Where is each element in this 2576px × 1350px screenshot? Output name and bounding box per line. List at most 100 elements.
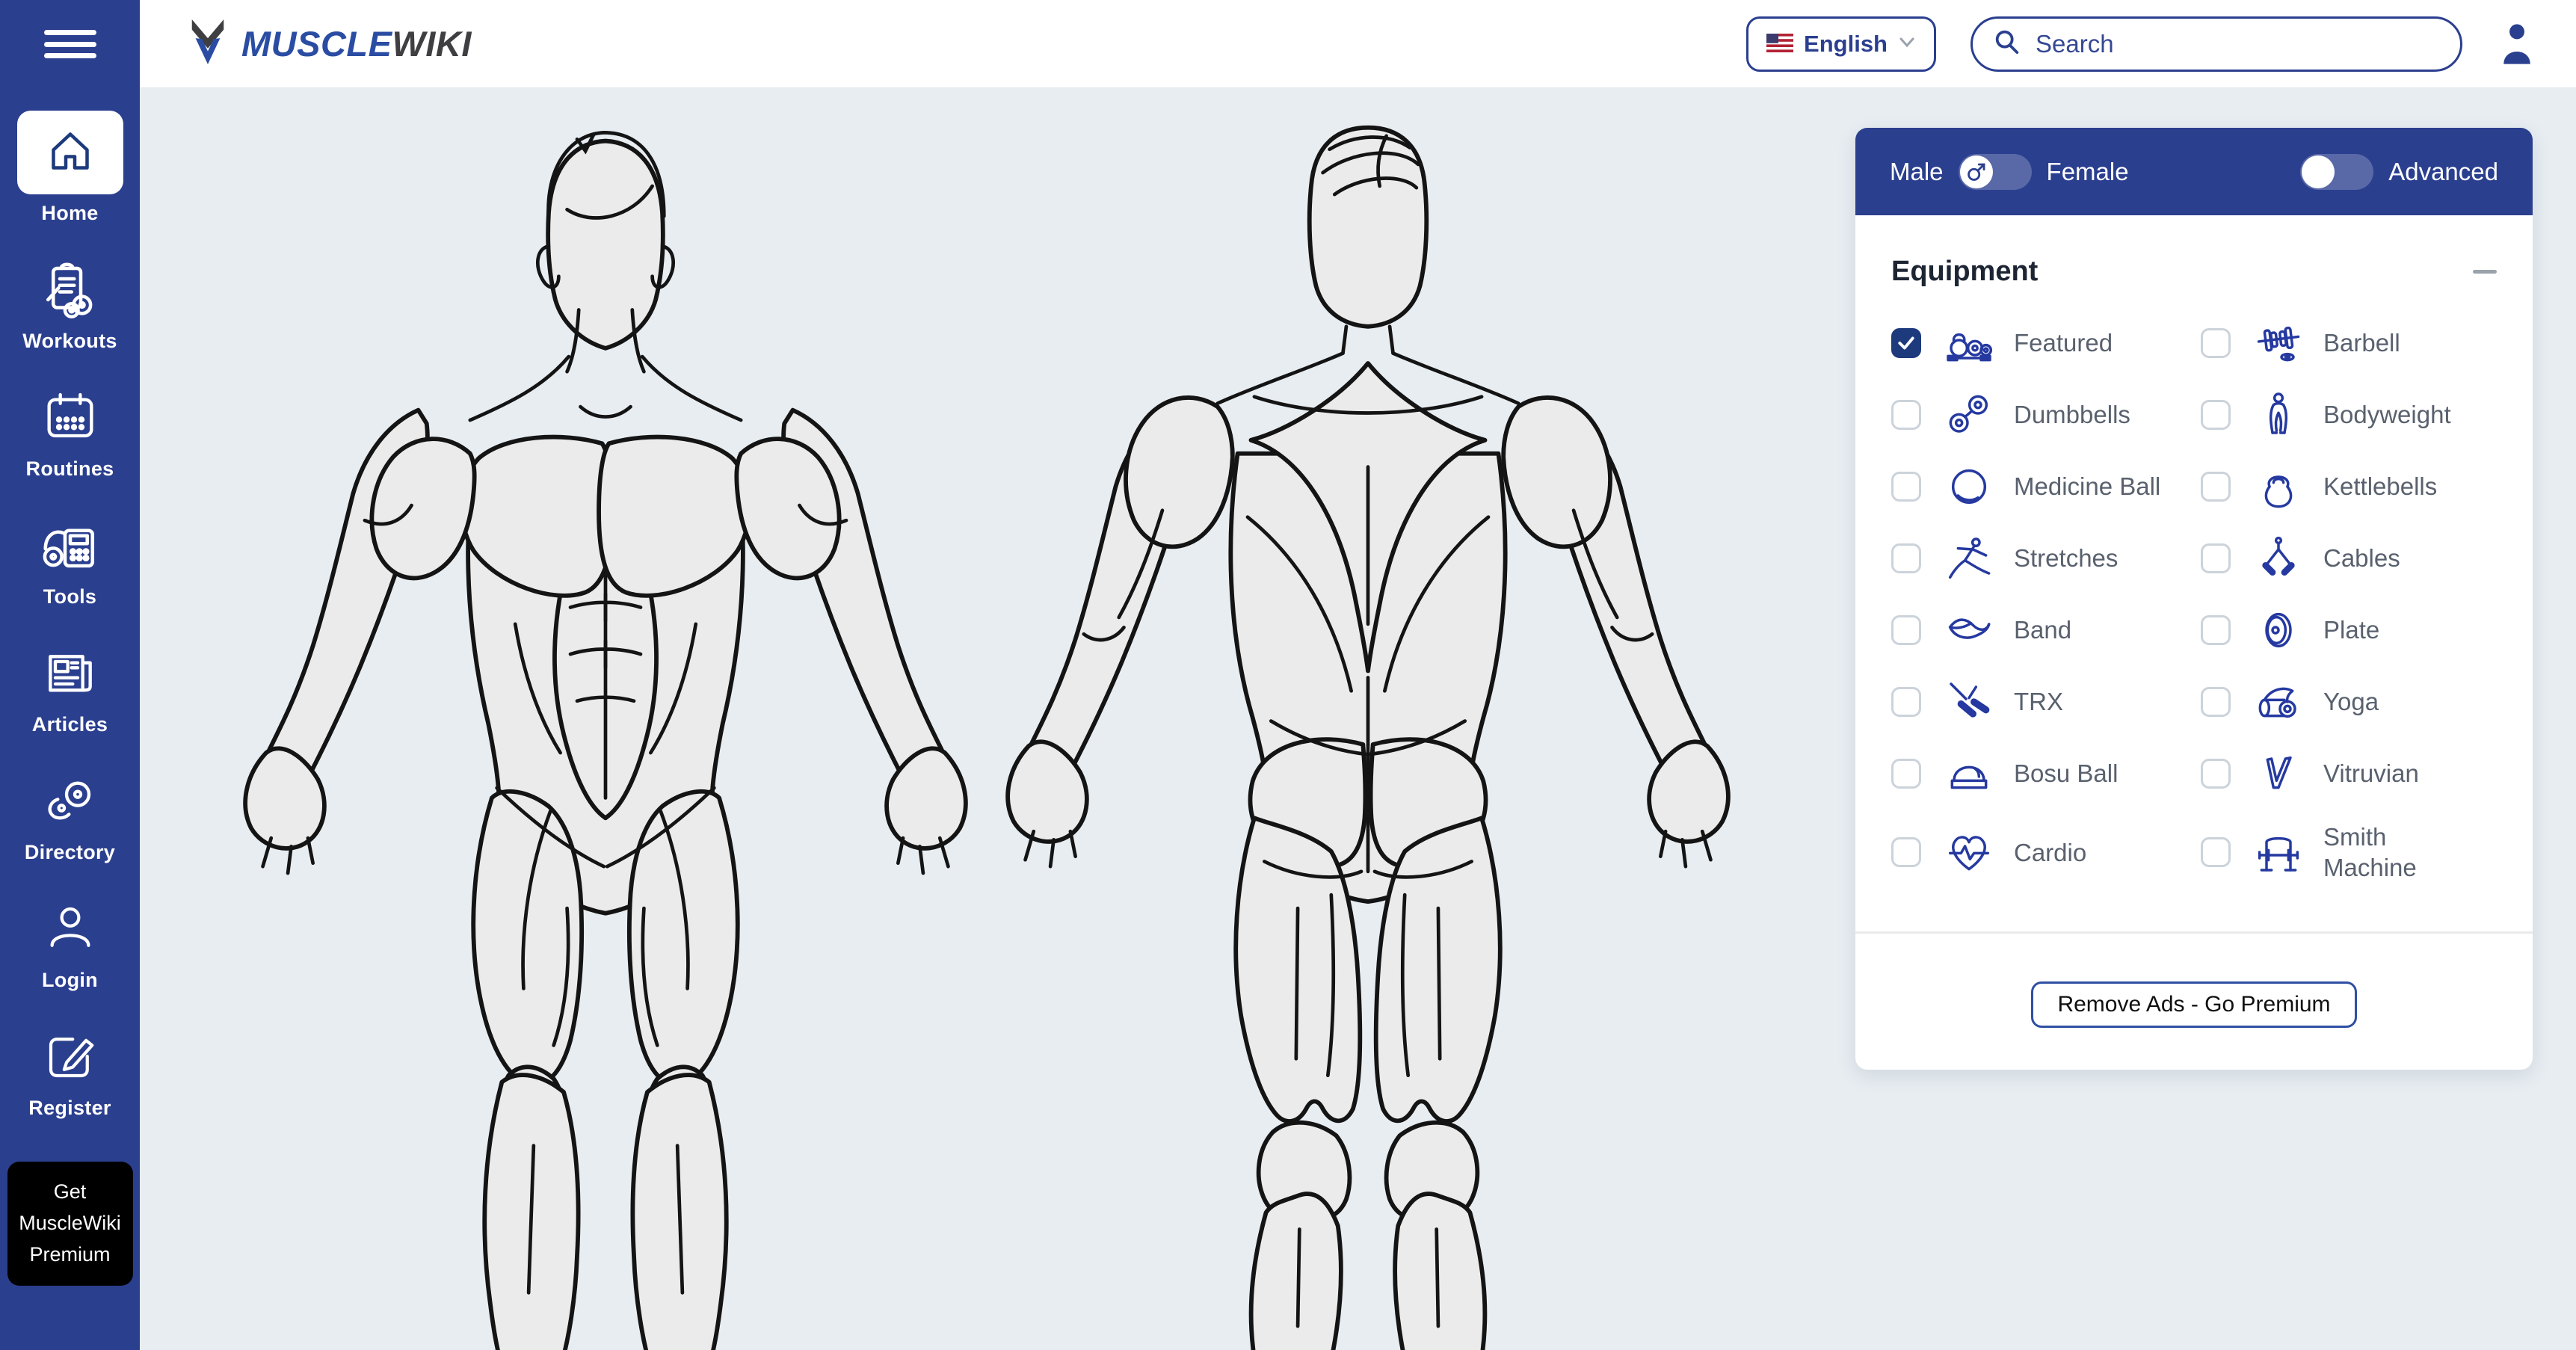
checkbox-featured[interactable] [1891,328,1921,358]
advanced-label: Advanced [2388,158,2498,186]
back-right-delt [1503,398,1610,546]
collapse-minus-icon[interactable] [2473,262,2498,282]
gender-toggle-knob [1960,155,1993,188]
sidebar-item-label: Workouts [22,330,117,353]
checkbox-smith-machine[interactable] [2201,837,2231,867]
equipment-item-bosu-ball[interactable]: Bosu Ball [1891,750,2201,798]
sidebar-item-label: Tools [43,585,97,608]
equipment-item-vitruvian[interactable]: Vitruvian [2201,750,2510,798]
gender-toggle[interactable] [1959,154,2032,190]
checkbox-cables[interactable] [2201,543,2231,573]
search-input[interactable] [2036,30,2441,58]
checkbox-plate[interactable] [2201,615,2231,645]
checkbox-bosu-ball[interactable] [1891,759,1921,789]
workouts-clipboard-icon [37,256,103,322]
language-selector[interactable]: English [1746,16,1936,72]
sidebar-item-label: Register [28,1097,111,1120]
back-left-calf [1251,1194,1341,1350]
checkbox-vitruvian[interactable] [2201,759,2231,789]
muscle-figure-back[interactable] [1000,118,1736,1350]
barbell-icon [2241,319,2316,367]
musclewiki-app: Home Workouts [0,0,2576,1350]
sidebar-item-label: Home [41,202,98,225]
equipment-title: Equipment [1891,256,2038,288]
musclewiki-logo[interactable]: MUSCLEWIKI [186,18,472,70]
smith-machine-icon [2241,828,2316,876]
sidebar-nav: Home Workouts [0,111,140,1120]
equipment-item-dumbbells[interactable]: Dumbbells [1891,391,2201,439]
filter-panel-header: Male Female Advanced [1855,128,2533,215]
bodyweight-icon [2241,391,2316,439]
equipment-label: Stretches [2014,543,2118,573]
checkbox-kettlebells[interactable] [2201,472,2231,502]
equipment-label: Bosu Ball [2014,758,2118,789]
language-label: English [1804,31,1888,58]
checkbox-cardio[interactable] [1891,837,1921,867]
sidebar-item-workouts[interactable]: Workouts [0,256,140,353]
hamburger-menu-icon[interactable] [44,25,96,63]
checkbox-band[interactable] [1891,615,1921,645]
checkbox-yoga[interactable] [2201,687,2231,717]
stretches-icon [1932,534,2006,582]
featured-icon [1932,319,2006,367]
equipment-section-header: Equipment [1855,215,2533,288]
equipment-item-band[interactable]: Band [1891,606,2201,654]
equipment-label: Yoga [2323,686,2379,717]
band-icon [1932,606,2006,654]
front-left-thigh [473,792,582,1085]
sidebar-item-home[interactable]: Home [0,111,140,225]
equipment-item-trx[interactable]: TRX [1891,678,2201,726]
checkbox-barbell[interactable] [2201,328,2231,358]
checkbox-stretches[interactable] [1891,543,1921,573]
sidebar-item-directory[interactable]: Directory [0,768,140,864]
female-label: Female [2047,158,2129,186]
muscle-figure-front[interactable] [238,118,973,1350]
remove-ads-button[interactable]: Remove Ads - Go Premium [2031,981,2356,1028]
checkbox-dumbbells[interactable] [1891,400,1921,430]
dumbbells-icon [1932,391,2006,439]
plate-icon [2241,606,2316,654]
advanced-toggle-group: Advanced [2300,154,2498,190]
equipment-item-bodyweight[interactable]: Bodyweight [2201,391,2510,439]
sidebar-item-articles[interactable]: Articles [0,640,140,736]
get-premium-link[interactable]: Get MuscleWiki Premium [7,1162,133,1286]
advanced-toggle[interactable] [2300,154,2373,190]
equipment-label: Cardio [2014,837,2086,868]
sidebar-item-tools[interactable]: Tools [0,512,140,608]
sidebar-item-register[interactable]: Register [0,1023,140,1120]
advanced-toggle-knob [2302,155,2335,188]
equipment-item-kettlebells[interactable]: Kettlebells [2201,463,2510,511]
equipment-item-cables[interactable]: Cables [2201,534,2510,582]
equipment-item-medicine-ball[interactable]: Medicine Ball [1891,463,2201,511]
home-icon [43,124,97,182]
equipment-item-cardio[interactable]: Cardio [1891,822,2201,884]
gender-toggle-group: Male Female [1890,154,2129,190]
equipment-item-barbell[interactable]: Barbell [2201,319,2510,367]
medicine-ball-icon [1932,463,2006,511]
us-flag-icon [1766,34,1793,55]
logo-wordmark: MUSCLEWIKI [241,23,472,64]
vitruvian-icon [2241,750,2316,798]
chevron-down-icon [1898,37,1916,51]
checkbox-bodyweight[interactable] [2201,400,2231,430]
home-active-tile [17,111,123,194]
checkbox-medicine-ball[interactable] [1891,472,1921,502]
sidebar-item-routines[interactable]: Routines [0,384,140,481]
equipment-item-featured[interactable]: Featured [1891,319,2201,367]
checkbox-trx[interactable] [1891,687,1921,717]
sidebar-item-login[interactable]: Login [0,896,140,992]
equipment-item-plate[interactable]: Plate [2201,606,2510,654]
sidebar-item-label: Routines [26,457,114,481]
equipment-label: TRX [2014,686,2063,717]
equipment-item-yoga[interactable]: Yoga [2201,678,2510,726]
bosu-ball-icon [1932,750,2006,798]
login-person-icon [37,896,103,961]
equipment-label: Kettlebells [2323,471,2437,502]
user-account-icon[interactable] [2497,21,2537,67]
equipment-item-stretches[interactable]: Stretches [1891,534,2201,582]
sidebar-item-label: Login [42,969,98,992]
register-pencil-icon [37,1023,103,1089]
equipment-item-smith-machine[interactable]: Smith Machine [2201,822,2510,884]
cables-icon [2241,534,2316,582]
equipment-label: Smith Machine [2323,822,2450,884]
